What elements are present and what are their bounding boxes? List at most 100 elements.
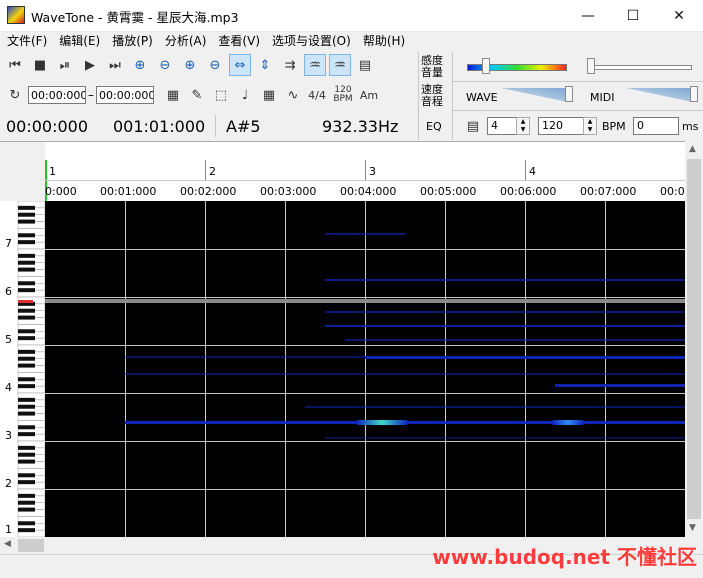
vertical-scrollbar[interactable]: ▲ ▼ bbox=[685, 141, 703, 537]
beats-spinner[interactable]: ▲ ▼ bbox=[516, 117, 530, 135]
select-rect-icon[interactable]: ⬚ bbox=[210, 84, 232, 106]
black-key[interactable] bbox=[18, 253, 35, 258]
sensitivity-slider-thumb[interactable] bbox=[482, 58, 490, 74]
black-key[interactable] bbox=[18, 356, 35, 361]
offset-input[interactable]: 0 bbox=[633, 117, 679, 135]
midi-level-ramp[interactable] bbox=[627, 88, 693, 102]
book-icon[interactable]: ▤ bbox=[354, 54, 376, 76]
menu-edit[interactable]: 编辑(E) bbox=[52, 31, 105, 51]
rewind-icon[interactable]: ⏮ bbox=[4, 54, 26, 76]
black-key[interactable] bbox=[18, 411, 35, 416]
wave-level-ramp[interactable] bbox=[502, 88, 568, 102]
black-key[interactable] bbox=[18, 329, 35, 334]
menu-view[interactable]: 查看(V) bbox=[211, 31, 265, 51]
key-display[interactable]: Am bbox=[358, 84, 380, 106]
spectrogram-view[interactable] bbox=[45, 201, 685, 537]
black-key[interactable] bbox=[18, 260, 35, 265]
fit-vertical-icon[interactable]: ⇕ bbox=[254, 54, 276, 76]
black-key[interactable] bbox=[18, 336, 35, 341]
midi-level-thumb[interactable] bbox=[690, 86, 698, 102]
app-icon bbox=[7, 6, 25, 24]
scroll-left-icon[interactable]: ◀ bbox=[4, 539, 11, 549]
black-key[interactable] bbox=[18, 459, 35, 464]
black-key[interactable] bbox=[18, 493, 35, 498]
frequency-readout: 932.33Hz bbox=[322, 117, 399, 136]
black-key[interactable] bbox=[18, 425, 35, 430]
grid-icon[interactable]: ▦ bbox=[258, 84, 280, 106]
black-key[interactable] bbox=[18, 240, 35, 245]
zoom-out-vertical-icon[interactable]: ⊖ bbox=[204, 54, 226, 76]
wave-level-thumb[interactable] bbox=[565, 86, 573, 102]
fit-horizontal-icon[interactable]: ⇔ bbox=[229, 54, 251, 76]
curve-icon[interactable]: ∿ bbox=[282, 84, 304, 106]
play-icon[interactable]: ▶ bbox=[79, 54, 101, 76]
black-key[interactable] bbox=[18, 212, 35, 217]
tempo-input[interactable]: 120 bbox=[538, 117, 584, 135]
time-label: 00:0 bbox=[660, 185, 685, 198]
black-key[interactable] bbox=[18, 432, 35, 437]
black-key[interactable] bbox=[18, 267, 35, 272]
tempo-spinner[interactable]: ▲ ▼ bbox=[583, 117, 597, 135]
black-key[interactable] bbox=[18, 452, 35, 457]
maximize-button[interactable]: ☐ bbox=[610, 0, 656, 31]
ruler-divider bbox=[45, 180, 685, 181]
pause-icon[interactable]: ⏯ bbox=[54, 54, 76, 76]
black-key[interactable] bbox=[18, 205, 35, 210]
cursor-pitch-line bbox=[45, 299, 685, 303]
black-key[interactable] bbox=[18, 480, 35, 485]
black-key[interactable] bbox=[18, 363, 35, 368]
bar-label: 1 bbox=[49, 165, 56, 178]
fast-forward-icon[interactable]: ⏭ bbox=[104, 54, 126, 76]
menu-analyze[interactable]: 分析(A) bbox=[158, 31, 212, 51]
black-key[interactable] bbox=[18, 288, 35, 293]
menu-file[interactable]: 文件(F) bbox=[0, 31, 52, 51]
black-key[interactable] bbox=[18, 397, 35, 402]
black-key[interactable] bbox=[18, 349, 35, 354]
black-key[interactable] bbox=[18, 219, 35, 224]
volume-slider-track[interactable] bbox=[590, 65, 692, 70]
zoom-in-vertical-icon[interactable]: ⊕ bbox=[179, 54, 201, 76]
horizontal-scroll-thumb[interactable] bbox=[18, 539, 44, 552]
vertical-scroll-thumb[interactable] bbox=[687, 159, 701, 519]
black-key[interactable] bbox=[18, 507, 35, 512]
time-signature-label[interactable]: 4/4 bbox=[306, 84, 328, 106]
zoom-in-horizontal-icon[interactable]: ⊕ bbox=[129, 54, 151, 76]
minimize-button[interactable]: — bbox=[565, 0, 611, 31]
wave-left-icon[interactable]: ♒ bbox=[304, 54, 326, 76]
wave-right-icon[interactable]: ♒ bbox=[329, 54, 351, 76]
range-start-field[interactable]: 00:00:000 bbox=[28, 86, 86, 104]
black-key[interactable] bbox=[18, 315, 35, 320]
black-key[interactable] bbox=[18, 233, 35, 238]
bpm-display[interactable]: 120 BPM bbox=[330, 84, 356, 106]
note-icon[interactable]: ♩ bbox=[234, 84, 256, 106]
black-key[interactable] bbox=[18, 500, 35, 505]
menu-options[interactable]: 选项与设置(O) bbox=[265, 31, 356, 51]
stop-icon[interactable]: ■ bbox=[29, 54, 51, 76]
black-key[interactable] bbox=[18, 404, 35, 409]
pencil-icon[interactable]: ✎ bbox=[186, 84, 208, 106]
range-end-field[interactable]: 00:00:000 bbox=[96, 86, 154, 104]
follow-icon[interactable]: ⇉ bbox=[279, 54, 301, 76]
black-key[interactable] bbox=[18, 528, 35, 533]
black-key[interactable] bbox=[18, 445, 35, 450]
black-key[interactable] bbox=[18, 384, 35, 389]
timeline-ruler[interactable]: 1 2 3 4 0:000 00:01:000 00:02:000 00:03:… bbox=[0, 141, 685, 202]
beat-grid-icon[interactable]: ▤ bbox=[462, 115, 484, 137]
piano-keyboard[interactable]: 7 6 5 4 3 2 1 bbox=[0, 201, 45, 537]
scroll-up-icon[interactable]: ▲ bbox=[689, 144, 696, 154]
layout-icon[interactable]: ▦ bbox=[162, 84, 184, 106]
eq-label: EQ bbox=[426, 120, 442, 133]
beats-input[interactable]: 4 bbox=[487, 117, 517, 135]
volume-slider-thumb[interactable] bbox=[587, 58, 595, 74]
close-button[interactable]: ✕ bbox=[656, 0, 702, 31]
loop-icon[interactable]: ↻ bbox=[4, 84, 26, 106]
scroll-down-icon[interactable]: ▼ bbox=[689, 523, 696, 533]
black-key[interactable] bbox=[18, 377, 35, 382]
menu-help[interactable]: 帮助(H) bbox=[356, 31, 410, 51]
zoom-out-horizontal-icon[interactable]: ⊖ bbox=[154, 54, 176, 76]
black-key[interactable] bbox=[18, 521, 35, 526]
menu-play[interactable]: 播放(P) bbox=[105, 31, 158, 51]
black-key[interactable] bbox=[18, 473, 35, 478]
black-key[interactable] bbox=[18, 308, 35, 313]
black-key[interactable] bbox=[18, 281, 35, 286]
